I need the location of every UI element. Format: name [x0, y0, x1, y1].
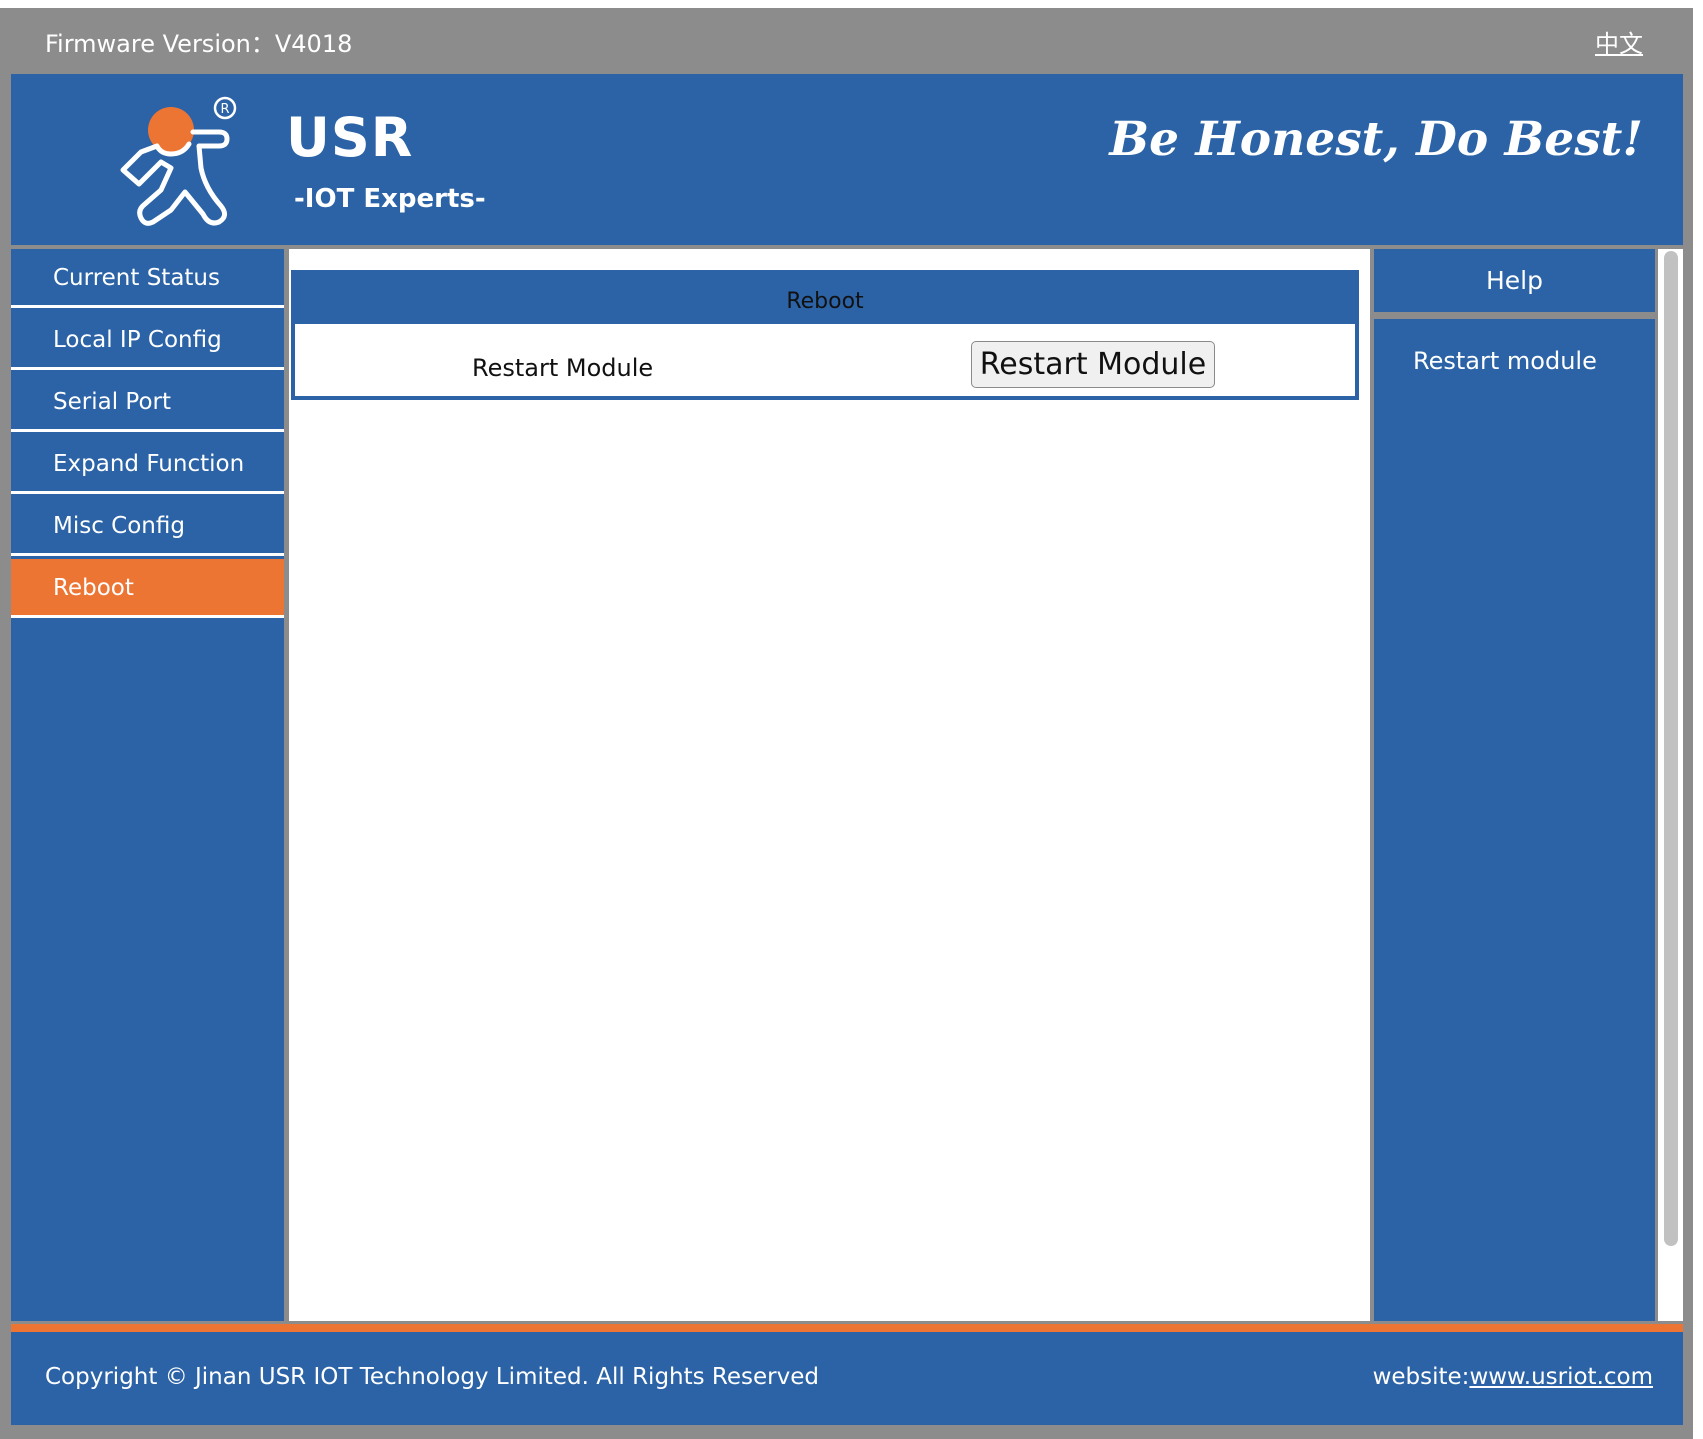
sidebar-item-reboot[interactable]: Reboot [11, 559, 284, 618]
scrollbar[interactable] [1658, 249, 1683, 1321]
sidebar-item-current-status[interactable]: Current Status [11, 249, 284, 308]
reboot-panel: Reboot Restart Module Restart Module [291, 270, 1359, 400]
firmware-version: Firmware Version：V4018 [45, 30, 353, 58]
sidebar-item-local-ip-config[interactable]: Local IP Config [11, 311, 284, 370]
sidebar-item-serial-port[interactable]: Serial Port [11, 373, 284, 432]
copyright-text: Copyright © Jinan USR IOT Technology Lim… [45, 1364, 819, 1390]
usr-logo-icon: R [120, 96, 237, 226]
main-content: Reboot Restart Module Restart Module [289, 249, 1370, 1321]
brand-tagline: -IOT Experts- [294, 184, 486, 214]
website-info: website:www.usriot.com [1373, 1364, 1653, 1390]
sidebar-nav: Current Status Local IP Config Serial Po… [11, 249, 284, 1321]
help-title: Help [1374, 249, 1655, 312]
scrollbar-thumb[interactable] [1664, 251, 1678, 1246]
footer-divider [11, 1324, 1683, 1332]
panel-title: Reboot [295, 274, 1355, 324]
top-bar: Firmware Version：V4018 中文 [11, 13, 1683, 68]
svg-text:R: R [220, 102, 229, 117]
slogan: Be Honest, Do Best! [1109, 112, 1643, 167]
footer: Copyright © Jinan USR IOT Technology Lim… [11, 1332, 1683, 1425]
brand-name: USR [286, 106, 414, 169]
restart-module-button[interactable]: Restart Module [971, 341, 1215, 388]
language-switch-link[interactable]: 中文 [1595, 24, 1643, 59]
restart-module-label: Restart Module [472, 354, 654, 382]
header-banner: R USR -IOT Experts- Be Honest, Do Best! [11, 74, 1683, 245]
sidebar-item-misc-config[interactable]: Misc Config [11, 497, 284, 556]
help-panel: Restart module [1374, 319, 1655, 1321]
help-text: Restart module [1413, 347, 1597, 375]
sidebar-item-expand-function[interactable]: Expand Function [11, 435, 284, 494]
website-prefix: website: [1372, 1364, 1470, 1390]
website-link[interactable]: www.usriot.com [1469, 1364, 1653, 1390]
